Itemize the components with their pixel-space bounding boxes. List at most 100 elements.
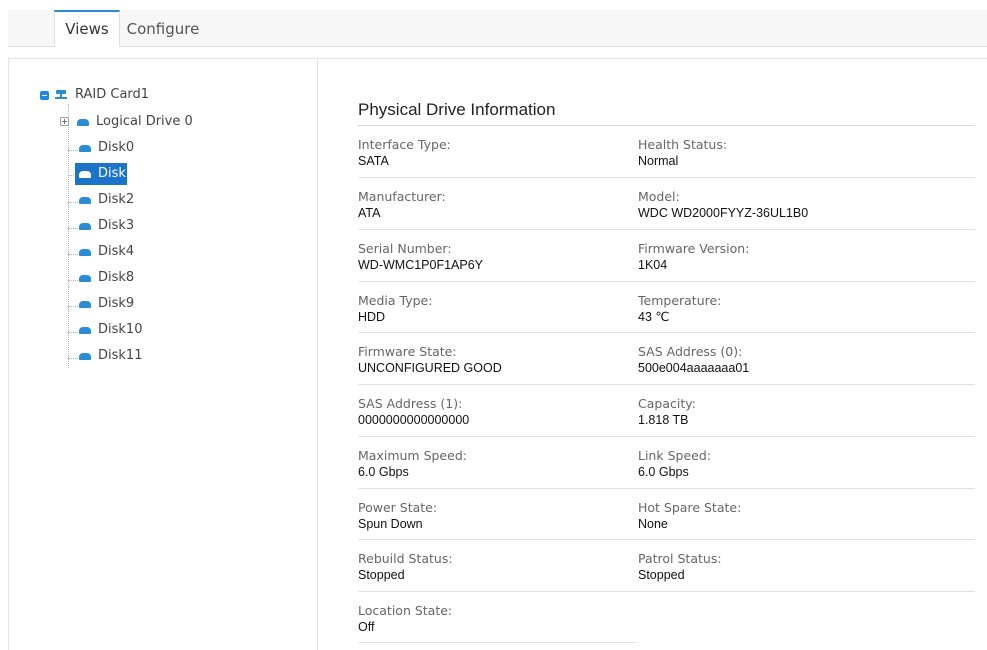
field-value: WDC WD2000FYYZ-36UL1B0: [638, 206, 809, 220]
raid-card-icon: [55, 90, 67, 101]
field-value: HDD: [358, 310, 386, 324]
tree-connector: [68, 104, 69, 368]
drive-icon: [79, 223, 91, 230]
page: Views Configure RAID Card1 Logical Drive…: [0, 0, 987, 650]
field-value: 500e004aaaaaaa01: [638, 361, 750, 375]
tree-node-label: Disk2: [98, 192, 135, 207]
field-value: 1K04: [638, 258, 668, 272]
divider: [358, 642, 638, 643]
drive-icon: [79, 171, 91, 178]
tab-bar: Views Configure: [8, 10, 987, 47]
field-label: Interface Type:: [358, 137, 451, 152]
divider: [358, 125, 975, 126]
tree-connector: [68, 228, 78, 229]
field-link-speed: Link Speed: 6.0 Gbps: [638, 448, 918, 480]
tree-node-label: Disk3: [98, 218, 135, 233]
drive-icon: [79, 249, 91, 256]
tree-node-disk[interactable]: Disk3: [79, 217, 199, 237]
tree-connector: [68, 358, 78, 359]
divider: [358, 281, 975, 282]
tree-node-disk[interactable]: Disk2: [79, 191, 199, 211]
field-label: Model:: [638, 189, 680, 204]
field-location-state: Location State: Off: [358, 603, 638, 635]
tab-configure[interactable]: Configure: [120, 10, 206, 46]
tree-node-label: Disk10: [98, 322, 143, 337]
field-value: Off: [358, 620, 375, 634]
field-value: Spun Down: [358, 517, 423, 531]
tree-node-disk[interactable]: Disk0: [79, 139, 199, 159]
tree-node-disk[interactable]: Disk4: [79, 243, 199, 263]
tree-connector: [68, 150, 78, 151]
field-label: Health Status:: [638, 137, 728, 152]
field-sas-address-1: SAS Address (1): 0000000000000000: [358, 396, 638, 428]
drive-icon: [79, 275, 91, 282]
field-label: Power State:: [358, 500, 438, 515]
field-value: 0000000000000000: [358, 413, 470, 427]
tree-node-disk[interactable]: Disk8: [79, 269, 199, 289]
divider: [358, 591, 975, 592]
drive-icon: [79, 353, 91, 360]
field-label: Manufacturer:: [358, 189, 446, 204]
divider: [358, 384, 975, 385]
tree-connector: [68, 202, 78, 203]
tree-node-label: RAID Card1: [75, 87, 150, 102]
tree-node-disk[interactable]: Disk9: [79, 295, 199, 315]
field-temperature: Temperature: 43 ℃: [638, 293, 918, 325]
field-label: Rebuild Status:: [358, 551, 453, 566]
field-firmware-state: Firmware State: UNCONFIGURED GOOD: [358, 344, 638, 376]
field-value: ATA: [358, 206, 381, 220]
divider: [358, 539, 975, 540]
divider: [358, 436, 975, 437]
drive-icon: [79, 197, 91, 204]
plus-square-icon[interactable]: [60, 117, 69, 126]
field-patrol-status: Patrol Status: Stopped: [638, 551, 918, 583]
tree-connector: [68, 306, 78, 307]
tree-node-label: Disk11: [98, 348, 143, 363]
section-title: Physical Drive Information: [358, 100, 556, 119]
field-firmware-version: Firmware Version: 1K04: [638, 241, 918, 273]
drive-icon: [79, 327, 91, 334]
field-label: Temperature:: [638, 293, 722, 308]
tree-node-logical-drive[interactable]: Logical Drive 0: [60, 113, 210, 133]
field-value: Stopped: [358, 568, 405, 582]
field-label: Capacity:: [638, 396, 696, 411]
minus-square-icon[interactable]: [40, 91, 49, 100]
field-label: Firmware State:: [358, 344, 457, 359]
tree-node-disk[interactable]: Disk10: [79, 321, 199, 341]
divider: [358, 177, 975, 178]
tree-connector: [68, 332, 78, 333]
divider: [358, 488, 975, 489]
field-value: Normal: [638, 154, 679, 168]
tree-node-disk[interactable]: Disk1: [79, 165, 199, 185]
tree-node-raid-card[interactable]: RAID Card1: [40, 86, 190, 106]
field-rebuild-status: Rebuild Status: Stopped: [358, 551, 638, 583]
field-label: SAS Address (1):: [358, 396, 463, 411]
tree-node-label: Disk8: [98, 270, 135, 285]
field-label: Location State:: [358, 603, 453, 618]
divider: [358, 229, 975, 230]
field-value: 6.0 Gbps: [638, 465, 689, 479]
field-serial-number: Serial Number: WD-WMC1P0F1AP6Y: [358, 241, 638, 273]
field-label: Serial Number:: [358, 241, 452, 256]
field-maximum-speed: Maximum Speed: 6.0 Gbps: [358, 448, 638, 480]
field-label: Patrol Status:: [638, 551, 722, 566]
field-sas-address-0: SAS Address (0): 500e004aaaaaaa01: [638, 344, 918, 376]
field-label: Firmware Version:: [638, 241, 750, 256]
field-value: SATA: [358, 154, 389, 168]
field-value: Stopped: [638, 568, 685, 582]
tab-views[interactable]: Views: [54, 10, 120, 47]
field-value: 6.0 Gbps: [358, 465, 409, 479]
tree-node-label: Disk1: [98, 166, 135, 181]
field-value: 1.818 TB: [638, 413, 689, 427]
tree-node-label: Logical Drive 0: [96, 114, 193, 129]
field-capacity: Capacity: 1.818 TB: [638, 396, 918, 428]
field-value: WD-WMC1P0F1AP6Y: [358, 258, 484, 272]
field-label: Media Type:: [358, 293, 433, 308]
tree-node-disk[interactable]: Disk11: [79, 347, 199, 367]
tree-connector: [68, 254, 78, 255]
drive-icon: [79, 145, 91, 152]
tree-node-label: Disk4: [98, 244, 135, 259]
field-power-state: Power State: Spun Down: [358, 500, 638, 532]
field-value: 43 ℃: [638, 310, 670, 324]
field-label: SAS Address (0):: [638, 344, 743, 359]
